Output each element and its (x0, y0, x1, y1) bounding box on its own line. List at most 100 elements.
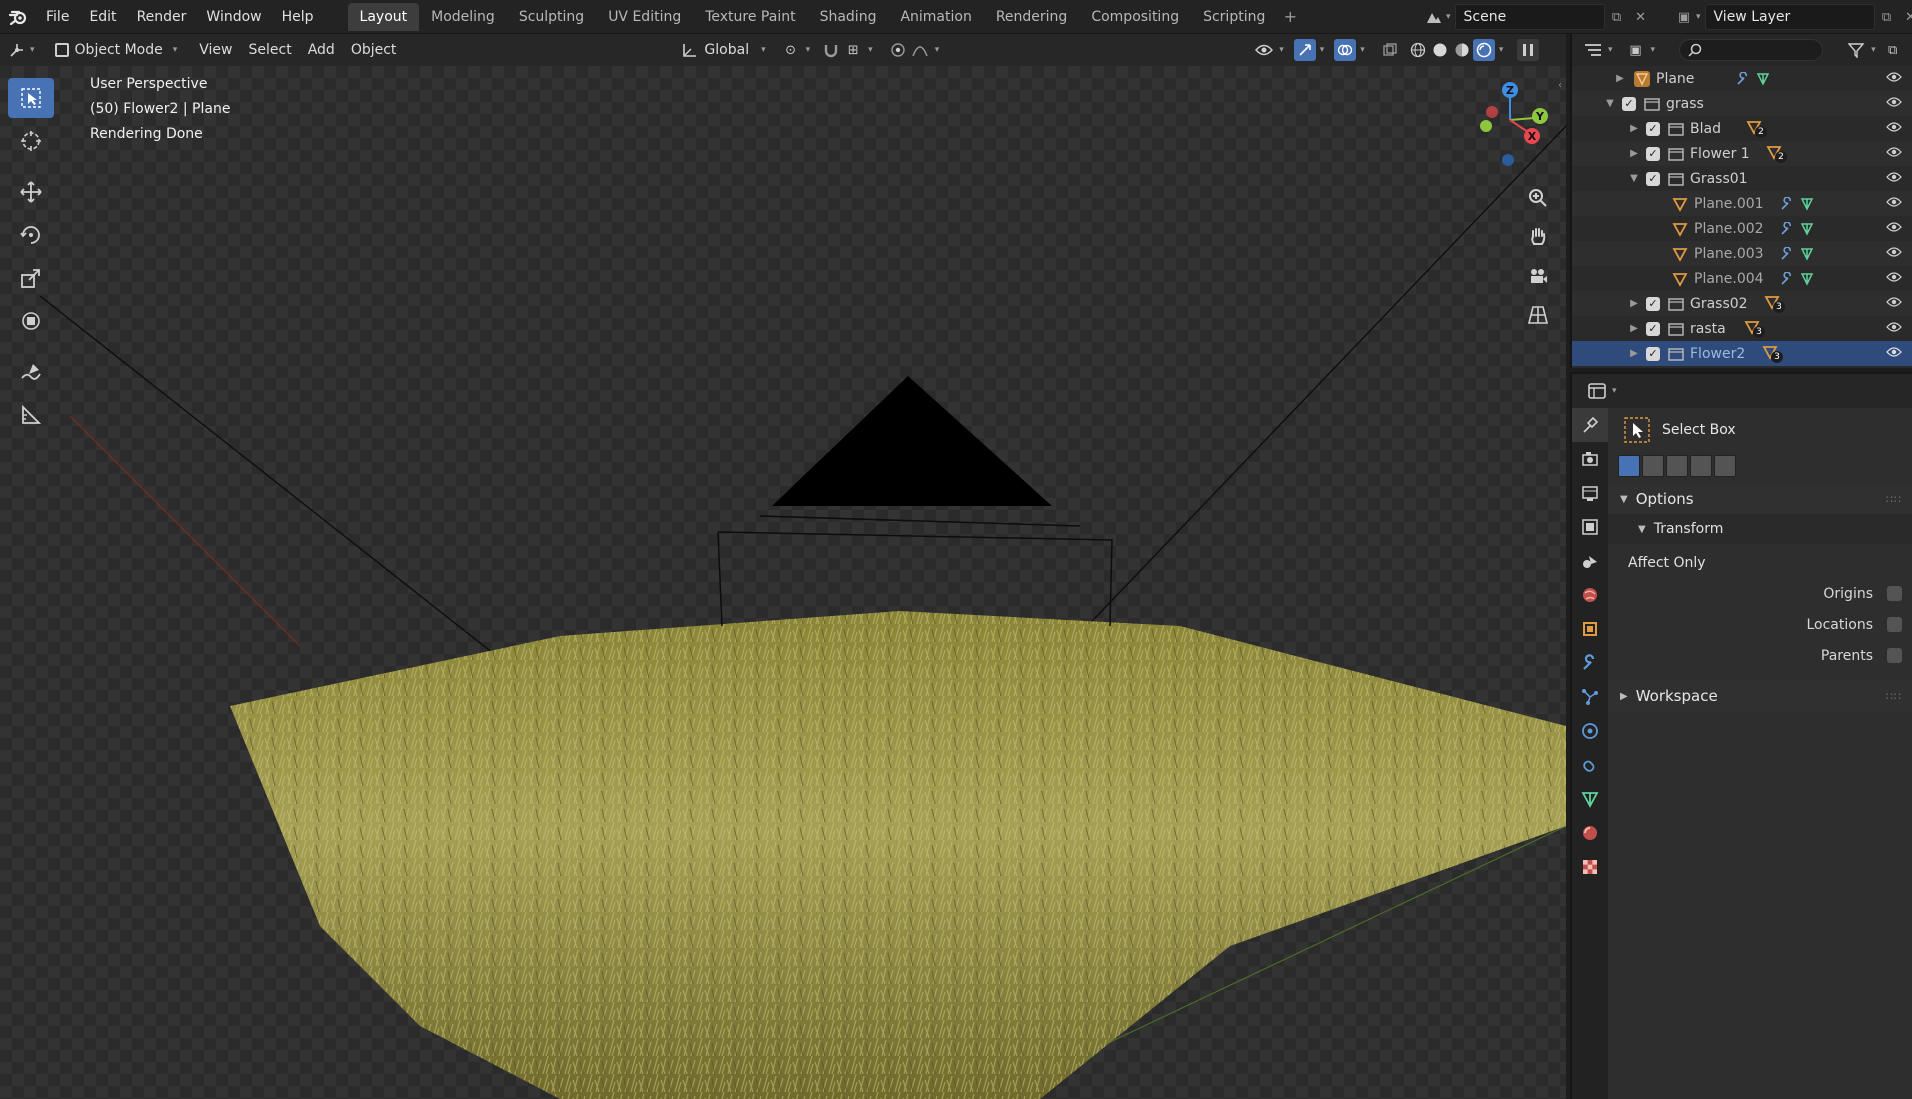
outliner-row-grass01[interactable]: ▼ ✓ Grass01 (1572, 166, 1912, 191)
menu-edit[interactable]: Edit (79, 0, 126, 34)
parents-option[interactable]: Parents (1608, 640, 1912, 671)
sidebar-toggle-icon[interactable]: ‹ (1558, 80, 1562, 91)
delete-scene-icon[interactable]: ✕ (1629, 4, 1653, 30)
mesh-data-tab-icon[interactable] (1572, 782, 1608, 816)
visibility-eye-icon[interactable] (1886, 96, 1902, 108)
tab-uv-editing[interactable]: UV Editing (596, 3, 693, 31)
origins-checkbox[interactable] (1887, 586, 1902, 601)
outliner-row-flower2[interactable]: ▶ ✓ Flower2 3 (1572, 341, 1912, 366)
object-tab-icon[interactable] (1572, 612, 1608, 646)
expand-arrow-icon[interactable]: ▶ (1626, 298, 1642, 309)
material-tab-icon[interactable] (1572, 816, 1608, 850)
visibility-eye-icon[interactable] (1886, 171, 1902, 183)
visibility-eye-icon[interactable] (1886, 71, 1902, 83)
xray-toggle-icon[interactable] (1379, 39, 1401, 61)
outliner-row-rasta[interactable]: ▶ ✓ rasta 3 (1572, 316, 1912, 341)
camera-view-icon[interactable] (1520, 258, 1556, 294)
options-panel-header[interactable]: ▼ Options ∷∷ (1608, 484, 1912, 514)
drag-handle-icon[interactable]: ∷∷ (1886, 493, 1902, 506)
mode-difference-button[interactable] (1690, 455, 1712, 477)
measure-tool[interactable] (8, 395, 54, 435)
display-mode-icon[interactable]: ▣ (1625, 39, 1647, 61)
pivot-point-icon[interactable]: ⊙ (780, 39, 802, 61)
material-preview-shading-icon[interactable] (1451, 39, 1473, 61)
annotate-tool[interactable] (8, 352, 54, 392)
exclude-checkbox[interactable]: ✓ (1622, 96, 1636, 111)
new-scene-icon[interactable]: ⧉ (1605, 4, 1629, 30)
render-tab-icon[interactable] (1572, 442, 1608, 476)
particles-tab-icon[interactable] (1572, 680, 1608, 714)
editor-type-button[interactable]: ▾ (0, 37, 43, 63)
filter-icon[interactable] (1845, 39, 1867, 61)
constraints-tab-icon[interactable] (1572, 748, 1608, 782)
world-tab-icon[interactable] (1572, 578, 1608, 612)
menu-render[interactable]: Render (127, 0, 197, 34)
exclude-checkbox[interactable]: ✓ (1646, 296, 1660, 311)
outliner-editor-type-icon[interactable] (1582, 39, 1604, 61)
expand-arrow-icon[interactable]: ▶ (1626, 148, 1642, 159)
visibility-eye-icon[interactable] (1886, 246, 1902, 258)
outliner-row-plane-002[interactable]: Plane.002 (1572, 216, 1912, 241)
orientation-dropdown[interactable]: Global ▾ (674, 37, 773, 63)
rendered-shading-icon[interactable] (1472, 39, 1495, 61)
scene-tab-icon[interactable] (1572, 544, 1608, 578)
exclude-checkbox[interactable]: ✓ (1646, 346, 1660, 361)
new-view-layer-icon[interactable]: ⧉ (1875, 4, 1899, 30)
outliner-row-plane-003[interactable]: Plane.003 (1572, 241, 1912, 266)
collapse-arrow-icon[interactable]: ▼ (1626, 173, 1642, 184)
zoom-icon[interactable] (1520, 180, 1556, 216)
tab-rendering[interactable]: Rendering (984, 3, 1080, 31)
scene-name-field[interactable]: Scene (1454, 4, 1605, 30)
navigation-gizmo[interactable]: Z Y X (1460, 74, 1560, 174)
tab-texture-paint[interactable]: Texture Paint (693, 3, 807, 31)
pan-hand-icon[interactable] (1520, 219, 1556, 255)
gizmo-neg-z-axis[interactable] (1502, 154, 1514, 166)
gizmo-neg-x-axis[interactable] (1486, 106, 1498, 118)
exclude-checkbox[interactable]: ✓ (1646, 146, 1660, 161)
outliner-row-plane-001[interactable]: Plane.001 (1572, 191, 1912, 216)
tab-animation[interactable]: Animation (888, 3, 983, 31)
tab-scripting[interactable]: Scripting (1191, 3, 1277, 31)
drag-handle-icon[interactable]: ∷∷ (1886, 690, 1902, 703)
menu-select[interactable]: Select (241, 37, 300, 63)
collapse-arrow-icon[interactable]: ▼ (1602, 98, 1618, 109)
overlays-toggle-icon[interactable] (1334, 39, 1357, 61)
solid-shading-icon[interactable] (1429, 39, 1451, 61)
visibility-eye-icon[interactable] (1886, 221, 1902, 233)
locations-checkbox[interactable] (1887, 617, 1902, 632)
mode-set-button[interactable] (1618, 455, 1640, 477)
delete-view-layer-icon[interactable]: ✕ (1899, 4, 1912, 30)
falloff-icon[interactable] (909, 39, 931, 61)
scene-icon[interactable] (1422, 4, 1446, 30)
visibility-eye-icon[interactable] (1886, 346, 1902, 358)
snap-target-icon[interactable]: ⊞ (842, 39, 864, 61)
view-layer-tab-icon[interactable] (1572, 510, 1608, 544)
output-tab-icon[interactable] (1572, 476, 1608, 510)
expand-arrow-icon[interactable]: ▶ (1626, 123, 1642, 134)
outliner-search-input[interactable] (1679, 39, 1824, 61)
menu-view[interactable]: View (191, 37, 240, 63)
rotate-tool[interactable] (8, 215, 54, 255)
parents-checkbox[interactable] (1887, 648, 1902, 663)
properties-editor-type-icon[interactable] (1586, 380, 1608, 402)
outliner-row-flower-1[interactable]: ▶ ✓ Flower 1 2 (1572, 141, 1912, 166)
tool-settings-tab-icon[interactable] (1572, 408, 1608, 442)
move-tool[interactable] (8, 172, 54, 212)
expand-arrow-icon[interactable]: ▶ (1626, 323, 1642, 334)
tab-modeling[interactable]: Modeling (419, 3, 507, 31)
transform-tool[interactable] (8, 301, 54, 341)
gizmo-neg-y-axis[interactable] (1480, 120, 1492, 132)
blender-logo-icon[interactable] (0, 0, 36, 34)
proportional-edit-icon[interactable] (887, 39, 909, 61)
outliner-row-plane-004[interactable]: Plane.004 (1572, 266, 1912, 291)
mode-intersect-button[interactable] (1714, 455, 1736, 477)
visibility-eye-icon[interactable] (1886, 121, 1902, 133)
visibility-eye-icon[interactable] (1886, 271, 1902, 283)
transform-subpanel-header[interactable]: ▼ Transform (1608, 514, 1912, 544)
mode-dropdown[interactable]: Object Mode ▾ (47, 37, 186, 63)
expand-arrow-icon[interactable]: ▶ (1612, 73, 1628, 84)
view-layer-name-field[interactable]: View Layer (1704, 4, 1875, 30)
perspective-grid-icon[interactable] (1520, 297, 1556, 333)
menu-help[interactable]: Help (272, 0, 324, 34)
tab-layout[interactable]: Layout (347, 2, 420, 31)
